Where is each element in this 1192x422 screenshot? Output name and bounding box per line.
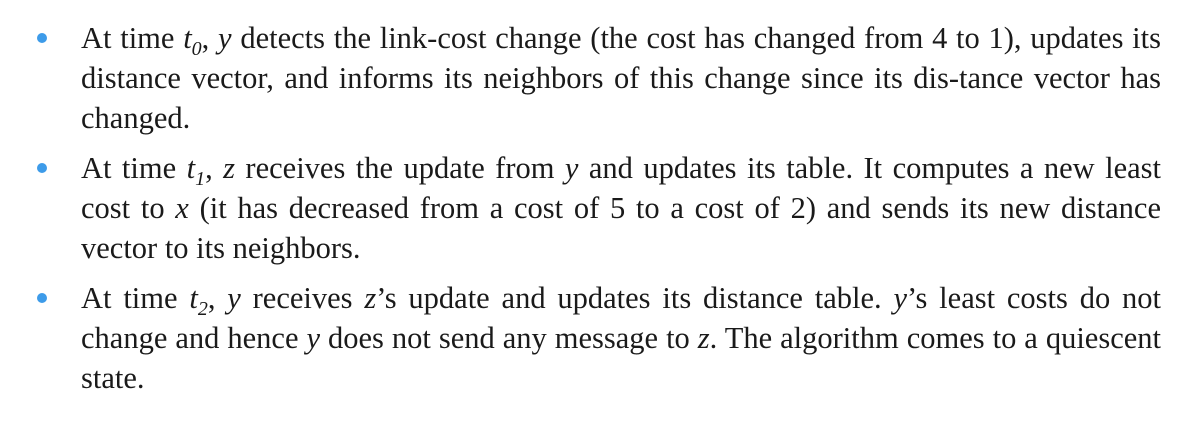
text-run: does not send any message to [320,321,698,355]
bullet-text: At time t1, z receives the update from y… [81,148,1161,268]
text-run: , [205,151,224,185]
math-variable: y [306,321,321,355]
text-run: detects the link-cost change (the cost h… [81,21,1161,135]
bullet-text: At time t0, y detects the link-cost chan… [81,18,1161,138]
bullet-dot-icon [37,163,47,173]
text-run: At time [81,21,184,55]
time-subscript: 0 [191,38,202,60]
text-run: ’s update and updates its distance table… [376,281,894,315]
text-run: receives the update from [235,151,565,185]
text-run: (it has decreased from a cost of 5 to a … [81,191,1161,265]
math-variable: t [186,151,196,185]
math-variable: y [227,281,241,315]
bullet-dot-icon [37,33,47,43]
text-run: , [201,21,219,55]
document-page: At time t0, y detects the link-cost chan… [0,0,1192,422]
math-variable: y [893,281,908,315]
text-run: At time [81,151,187,185]
math-variable: y [564,151,579,185]
text-run: receives [240,281,365,315]
math-variable: x [175,191,189,225]
math-variable: t [183,21,192,55]
math-variable: y [218,21,232,55]
math-variable: z [364,281,377,315]
time-subscript: 1 [195,168,206,190]
math-variable: z [697,321,710,355]
math-variable: z [223,151,235,185]
text-run: At time [81,281,190,315]
bullet-text: At time t2, y receives z’s update and up… [81,278,1161,398]
time-subscript: 2 [197,298,208,320]
text-run: , [207,281,228,315]
math-variable: t [189,281,198,315]
bullet-dot-icon [37,293,47,303]
